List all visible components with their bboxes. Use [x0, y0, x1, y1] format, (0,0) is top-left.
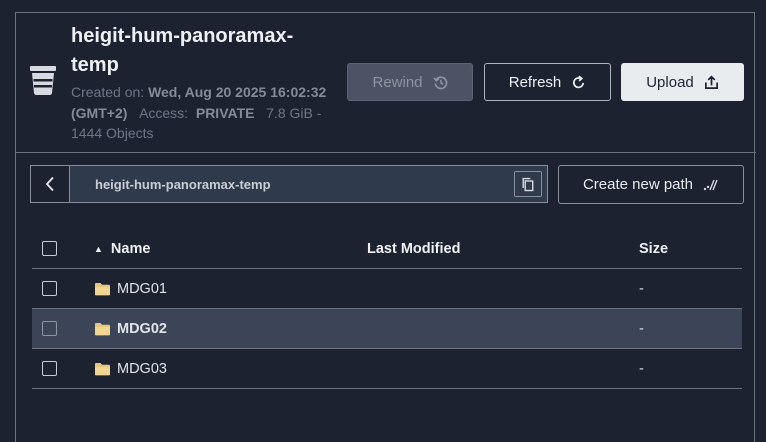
folder-icon	[95, 363, 110, 376]
row-name: MDG01	[117, 281, 167, 297]
create-new-path-button[interactable]: Create new path	[558, 165, 744, 204]
copy-icon	[522, 177, 534, 191]
access-label: Access:	[139, 104, 189, 121]
meta-separator: -	[316, 104, 322, 121]
row-checkbox[interactable]	[42, 321, 57, 336]
select-all-checkbox[interactable]	[42, 241, 57, 256]
upload-button[interactable]: Upload	[621, 63, 744, 101]
row-checkbox[interactable]	[42, 361, 57, 376]
rewind-button[interactable]: Rewind	[347, 63, 473, 101]
objects-table: ▲ Name Last Modified Size MDG01 - MDG02 …	[32, 229, 742, 389]
object-count: 1444 Objects	[71, 125, 154, 141]
refresh-label: Refresh	[508, 73, 562, 91]
row-name-cell[interactable]: MDG03	[94, 349, 167, 389]
row-size-cell: -	[639, 309, 644, 349]
row-size: -	[639, 281, 644, 297]
created-label: Created on:	[71, 84, 145, 100]
upload-label: Upload	[646, 73, 694, 91]
access-value: PRIVATE	[195, 104, 255, 121]
table-row[interactable]: MDG02 -	[32, 309, 742, 349]
row-size: -	[639, 361, 644, 377]
row-name-cell[interactable]: MDG01	[94, 269, 167, 309]
table-row[interactable]: MDG01 -	[32, 269, 742, 309]
row-size-cell: -	[639, 349, 644, 389]
row-name-cell[interactable]: MDG02	[94, 309, 167, 349]
bucket-icon	[30, 66, 56, 95]
copy-path-button[interactable]	[514, 171, 542, 197]
table-header-row: ▲ Name Last Modified Size	[32, 229, 742, 269]
rewind-label: Rewind	[372, 73, 423, 91]
refresh-button[interactable]: Refresh	[484, 63, 611, 101]
last-modified-column-header[interactable]: Last Modified	[367, 229, 460, 269]
size-column-header[interactable]: Size	[639, 229, 668, 269]
table-row[interactable]: MDG03 -	[32, 349, 742, 389]
row-name: MDG02	[117, 321, 167, 337]
name-header-label: Name	[110, 241, 151, 257]
path-display: heigit-hum-panoramax-temp	[70, 166, 547, 202]
row-name: MDG03	[117, 361, 167, 377]
size-header-label: Size	[639, 241, 669, 257]
refresh-icon	[573, 74, 585, 88]
bucket-meta: Created on: Wed, Aug 20 2025 16:02:32 (G…	[71, 82, 351, 144]
history-icon	[432, 75, 447, 89]
row-size: -	[639, 321, 644, 337]
create-path-label: Create new path	[582, 176, 694, 193]
header-divider	[15, 152, 756, 153]
modified-header-label: Last Modified	[367, 241, 461, 257]
new-path-icon	[703, 179, 718, 190]
bucket-title: heigit-hum-panoramax-temp	[71, 25, 294, 76]
row-size-cell: -	[639, 269, 644, 309]
name-column-header[interactable]: ▲ Name	[94, 229, 150, 269]
folder-icon	[95, 283, 110, 296]
sort-asc-icon: ▲	[94, 244, 103, 254]
upload-icon	[704, 75, 718, 89]
row-checkbox[interactable]	[42, 281, 57, 296]
bucket-size: 7.8 GiB	[266, 104, 313, 121]
current-path: heigit-hum-panoramax-temp	[95, 176, 271, 192]
folder-icon	[95, 323, 110, 336]
path-bar: heigit-hum-panoramax-temp	[30, 165, 548, 203]
back-button[interactable]	[31, 166, 70, 202]
chevron-left-icon	[45, 176, 54, 192]
